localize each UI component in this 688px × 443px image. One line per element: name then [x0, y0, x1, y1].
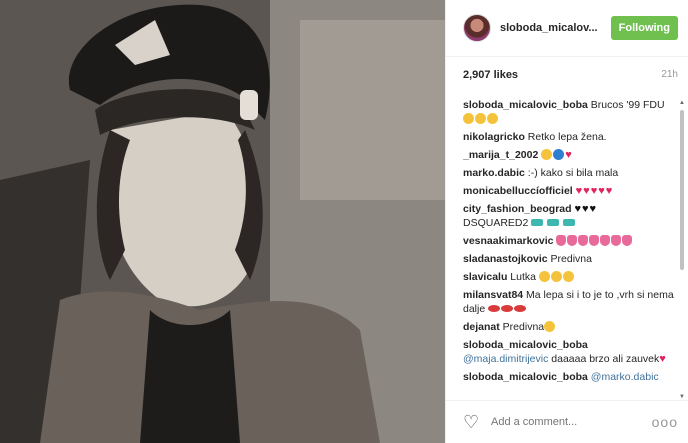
likes-count[interactable]: 2,907 likes [463, 69, 518, 81]
comment: sloboda_micalovic_boba @marko.dabic [463, 370, 676, 384]
comment-text: Lutka [507, 271, 536, 283]
comment: slavicalu Lutka [463, 270, 676, 284]
emoji-icon [544, 321, 556, 333]
comment: milansvat84 Ma lepa si i to je to ,vrh s… [463, 288, 676, 316]
post-header: sloboda_micalov... Following [446, 0, 688, 57]
comment-text: Brucos '99 FDU [587, 99, 665, 111]
black-heart-emoji-icon: ♥♥♥ [574, 203, 597, 215]
post-photo[interactable] [0, 0, 445, 443]
lips-emoji-icon [488, 303, 527, 315]
heart-emoji-icon: ♥ [659, 353, 666, 365]
comment: city_fashion_beograd ♥♥♥ DSQUARED2 [463, 202, 676, 230]
comment-text: :-) kako si bila mala [524, 167, 619, 179]
comment-username[interactable]: sloboda_micalovic_boba [463, 371, 588, 383]
post-time[interactable]: 21h [661, 69, 678, 80]
post-sidebar: sloboda_micalov... Following 2,907 likes… [445, 0, 688, 443]
comment-username[interactable]: vesnaakimarkovic [463, 235, 553, 247]
comment-username[interactable]: _marija_t_2002 [463, 149, 538, 161]
comment: vesnaakimarkovic [463, 234, 676, 248]
comment-username[interactable]: marko.dabic [463, 167, 525, 179]
following-button[interactable]: Following [610, 16, 678, 40]
comment-text: Retko lepa žena. [524, 131, 607, 143]
comment-username[interactable]: nikolagricko [463, 131, 525, 143]
add-comment-input[interactable] [491, 416, 652, 428]
comment-bar: ♡ ooo [446, 400, 688, 443]
comments-scrollbar[interactable]: ▲ ▼ [679, 100, 685, 400]
comment-text: daaaaa brzo ali zauvek [548, 353, 660, 365]
emoji-icon [538, 271, 575, 283]
emoji-icon [463, 113, 499, 125]
emoji-icon: ♥ [541, 149, 573, 161]
comment-username[interactable]: city_fashion_beograd [463, 203, 572, 215]
comments-list: sloboda_micalovic_boba Brucos '99 FDU ni… [463, 98, 676, 398]
scrollbar-thumb[interactable] [680, 110, 684, 270]
instagram-post: sloboda_micalov... Following 2,907 likes… [0, 0, 688, 443]
comment-text: DSQUARED2 [463, 217, 529, 229]
avatar[interactable] [463, 14, 491, 42]
comment: _marija_t_2002 ♥ [463, 148, 676, 162]
comment: nikolagricko Retko lepa žena. [463, 130, 676, 144]
comment-username[interactable]: sloboda_micalovic_boba [463, 99, 588, 111]
comment-text: Predivna [499, 321, 545, 333]
heart-emoji-icon: ♥♥♥♥♥ [575, 185, 613, 197]
post-meta: 2,907 likes 21h [446, 57, 688, 92]
comment-text: Predivna [547, 253, 592, 265]
comment-mention[interactable]: @marko.dabic [591, 371, 659, 383]
comment-username[interactable]: sloboda_micalovic_boba [463, 339, 588, 351]
comment: marko.dabic :-) kako si bila mala [463, 166, 676, 180]
comment: dejanat Predivna [463, 320, 676, 334]
shoe-emoji-icon [531, 217, 576, 229]
photo-illustration [0, 0, 445, 443]
comment-mention[interactable]: @maja.dimitrijevic [463, 353, 548, 365]
comment: sladanastojkovic Predivna [463, 252, 676, 266]
post-author-username[interactable]: sloboda_micalov... [500, 22, 611, 34]
comment: sloboda_micalovic_boba @maja.dimitrijevi… [463, 338, 676, 366]
comment: sloboda_micalovic_boba Brucos '99 FDU [463, 98, 676, 126]
scroll-up-icon[interactable]: ▲ [679, 100, 685, 106]
more-options-icon[interactable]: ooo [652, 414, 678, 430]
tulip-emoji-icon [556, 235, 633, 247]
heart-icon[interactable]: ♡ [463, 412, 483, 433]
comment-username[interactable]: sladanastojkovic [463, 253, 548, 265]
comment: monicabelluccíofficiel ♥♥♥♥♥ [463, 184, 676, 198]
comment-username[interactable]: monicabelluccíofficiel [463, 185, 573, 197]
comment-username[interactable]: milansvat84 [463, 289, 523, 301]
comment-username[interactable]: dejanat [463, 321, 500, 333]
comment-username[interactable]: slavicalu [463, 271, 507, 283]
